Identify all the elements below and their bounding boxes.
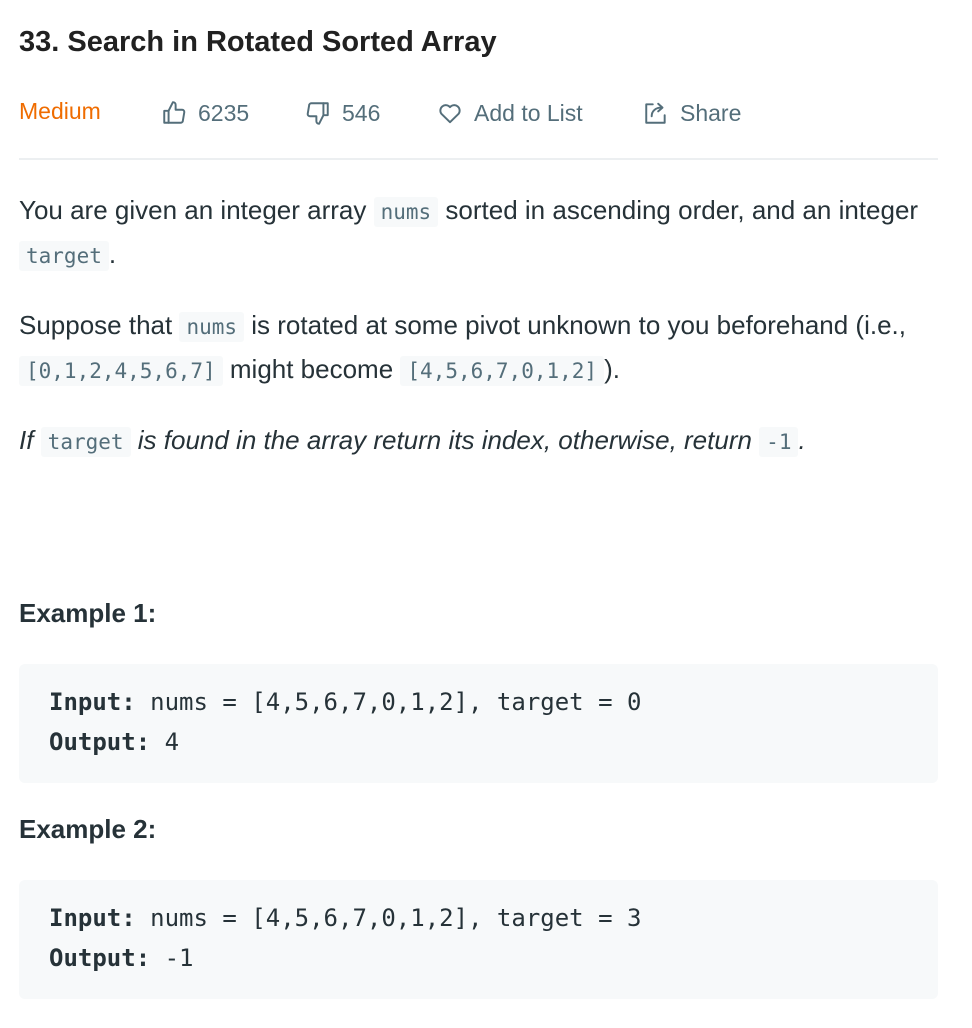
share-icon [645,102,666,124]
description-paragraph: If target is found in the array return i… [19,419,944,463]
example-2-title: Example 2: [19,814,157,844]
text: is found in the array return its index, … [130,425,760,455]
description-paragraph: You are given an integer array nums sort… [19,189,944,277]
dislike-count: 546 [342,99,381,126]
problem-page: 33. Search in Rotated Sorted Array Mediu… [0,0,972,1028]
text: sorted in ascending order, and an intege… [438,195,919,225]
like-button[interactable]: 6235 [161,94,249,132]
inline-code: -1 [759,427,799,457]
inline-code: nums [373,197,439,227]
text: Suppose that [19,310,180,340]
example-input-line: Input: nums = [4,5,6,7,0,1,2], target = … [49,904,641,932]
text: might become [222,354,401,384]
heart-icon [439,104,461,124]
output-label: Output: [49,728,151,756]
output-label: Output: [49,944,151,972]
input-label: Input: [49,904,136,932]
text: . [108,239,117,269]
problem-description: You are given an integer array nums sort… [19,189,944,490]
inline-code: [4,5,6,7,0,1,2] [400,356,605,386]
example-2-block: Input: nums = [4,5,6,7,0,1,2], target = … [19,880,938,999]
input-label: Input: [49,688,136,716]
inline-code: [0,1,2,4,5,6,7] [19,356,223,386]
problem-meta-bar: Medium 6235 546 Add to List Share [19,94,949,132]
inline-code: target [19,241,109,271]
add-to-list-button[interactable]: Add to List [437,94,583,132]
example-output-line: Output: 4 [49,728,179,756]
difficulty-label: Medium [19,98,101,124]
share-label: Share [680,99,742,126]
input-value: nums = [4,5,6,7,0,1,2], target = 3 [135,904,642,932]
dislike-button[interactable]: 546 [305,94,380,132]
example-1-title: Example 1: [19,598,157,628]
like-count: 6235 [198,99,250,126]
share-button[interactable]: Share [643,94,741,132]
thumbs-down-icon [306,102,329,125]
inline-code: target [40,427,131,457]
example-input-line: Input: nums = [4,5,6,7,0,1,2], target = … [49,688,641,716]
example-output-line: Output: -1 [49,944,194,972]
divider [19,158,938,160]
thumbs-up-icon [163,101,186,124]
inline-code: nums [179,312,245,342]
output-value: 4 [150,728,180,756]
add-to-list-label: Add to List [474,99,583,126]
text: ). [604,354,620,384]
text: If [19,425,41,455]
output-value: -1 [150,944,194,972]
example-1-block: Input: nums = [4,5,6,7,0,1,2], target = … [19,664,938,783]
text: You are given an integer array [19,195,374,225]
text: . [798,425,806,455]
text: is rotated at some pivot unknown to you … [244,310,906,340]
description-paragraph: Suppose that nums is rotated at some piv… [19,304,944,392]
input-value: nums = [4,5,6,7,0,1,2], target = 0 [135,688,642,716]
problem-title: 33. Search in Rotated Sorted Array [19,26,497,58]
